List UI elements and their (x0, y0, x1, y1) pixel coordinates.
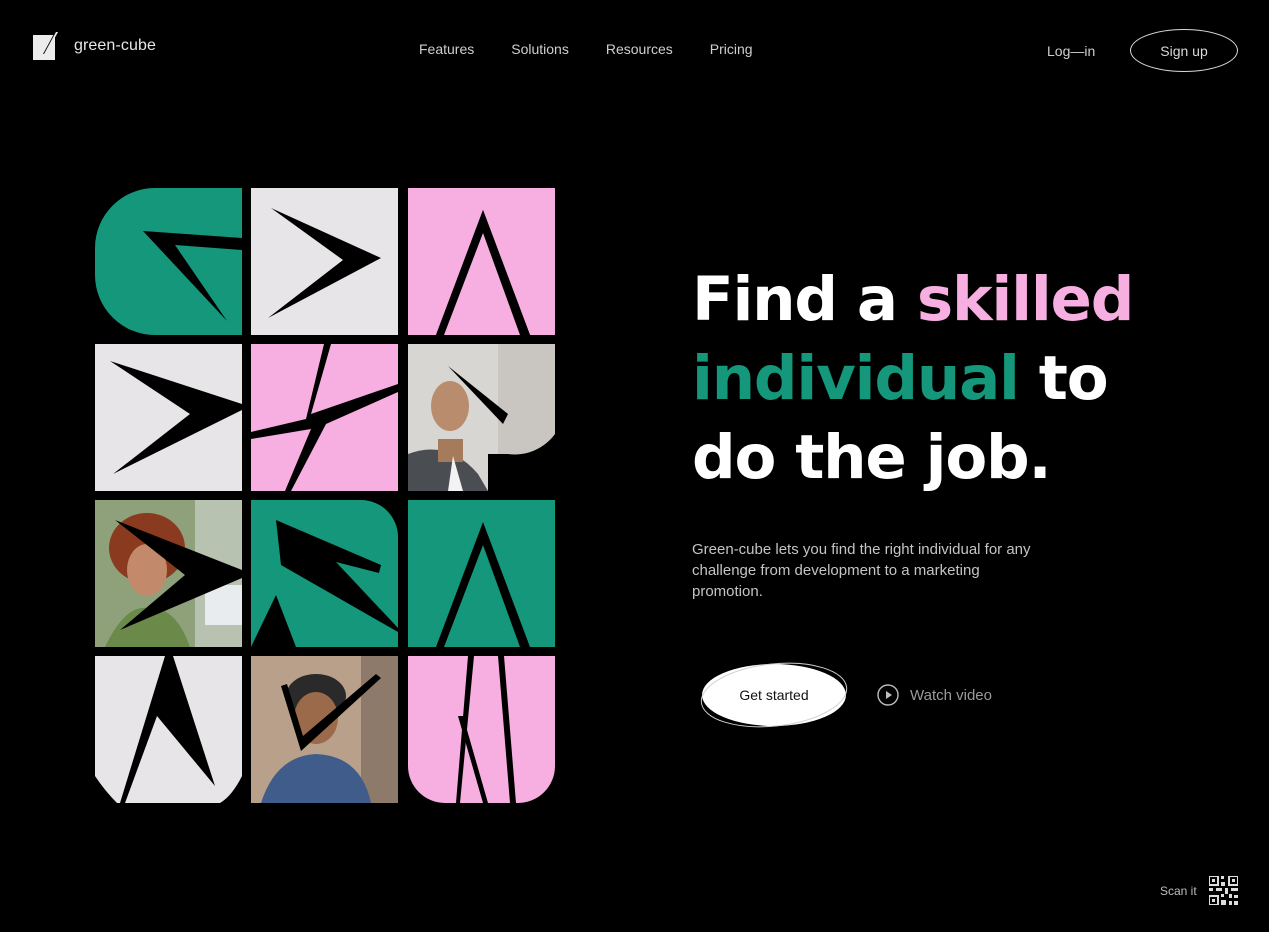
nav-features[interactable]: Features (419, 41, 474, 57)
nav-solutions[interactable]: Solutions (511, 41, 569, 57)
person-photo-tile (408, 344, 555, 491)
arrow-right-tile (251, 188, 398, 335)
headline-line-1: Find a skilled (692, 260, 1134, 339)
letter-a-tile (408, 500, 555, 647)
headline-accent-pink: skilled (916, 264, 1134, 335)
get-started-label: Get started (739, 687, 809, 703)
person-photo-tile (95, 500, 242, 647)
slash-cube-logo-icon (33, 32, 58, 60)
headline-text: to (1018, 343, 1109, 414)
scan-qr[interactable]: Scan it (1160, 876, 1238, 905)
login-link[interactable]: Log—in (1047, 43, 1095, 59)
headline-line-3: do the job. (692, 422, 1052, 493)
letter-x-tile (251, 344, 398, 491)
signup-button[interactable]: Sign up (1130, 29, 1238, 72)
hero-tile-grid (95, 188, 556, 803)
letter-a-tile (408, 188, 555, 335)
get-started-button[interactable]: Get started (700, 661, 848, 729)
letter-g-tile (95, 188, 242, 335)
hero-description: Green-cube lets you find the right indiv… (692, 541, 1031, 600)
letter-w-tile (408, 656, 555, 803)
watch-video-button[interactable]: Watch video (877, 684, 992, 706)
letter-n-tile (95, 656, 242, 803)
headline-line-2: individual to (692, 339, 1133, 418)
nav-pricing[interactable]: Pricing (710, 41, 753, 57)
headline-accent-green: individual (692, 343, 1020, 414)
nav-resources[interactable]: Resources (606, 41, 673, 57)
qr-code-icon (1208, 876, 1238, 905)
scan-label: Scan it (1160, 883, 1197, 898)
arrow-right-tile (95, 344, 242, 491)
hero-headline: Find a skilled individual to do the job. (692, 260, 1134, 497)
person-photo-tile (251, 656, 398, 803)
brand-name: green-cube (74, 37, 156, 54)
main-nav: Features Solutions Resources Pricing (419, 41, 790, 57)
headline-text: Find a (692, 264, 917, 335)
brand-logo[interactable]: green-cube (33, 32, 156, 60)
watch-video-label: Watch video (910, 686, 992, 704)
play-circle-icon (877, 684, 899, 706)
letter-r-tile (251, 500, 398, 647)
